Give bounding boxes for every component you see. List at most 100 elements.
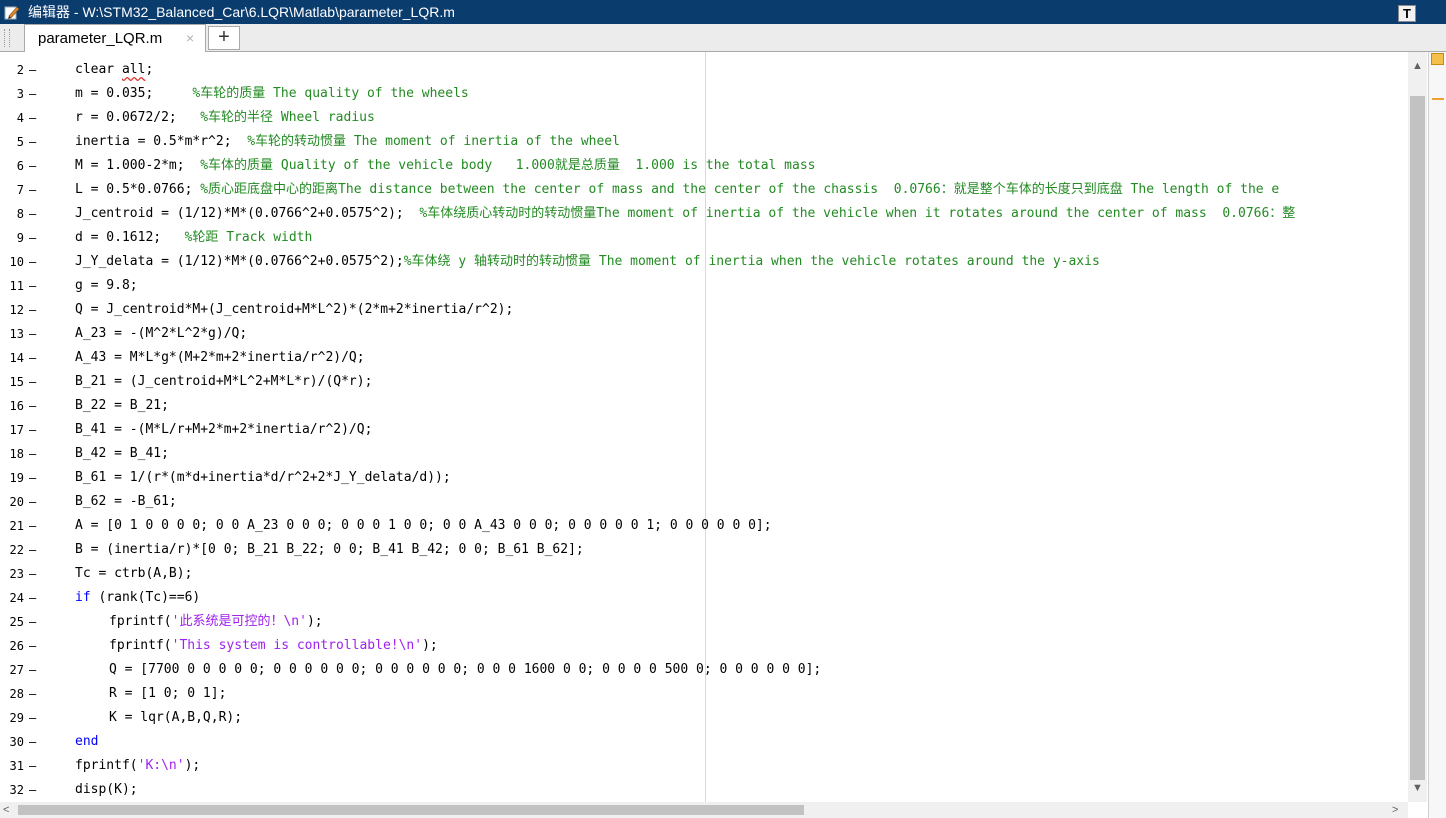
breakpoint-marker[interactable]: – <box>29 202 36 226</box>
code-line[interactable]: L = 0.5*0.0766; %质心距底盘中心的距离The distance … <box>75 178 1279 202</box>
code-line[interactable]: J_Y_delata = (1/12)*M*(0.0766^2+0.0575^2… <box>75 250 1100 274</box>
code-token: K = lqr(A,B,Q,R); <box>109 710 243 725</box>
code-line[interactable]: inertia = 0.5*m*r^2; %车轮的转动惯量 The moment… <box>75 130 620 154</box>
code-token: inertia = 0.5*m*r^2; <box>75 134 248 149</box>
line-number: 20 <box>9 495 24 509</box>
breakpoint-marker[interactable]: – <box>29 346 36 370</box>
scroll-down-icon[interactable]: ▼ <box>1409 782 1426 800</box>
line-number: 28 <box>9 687 24 701</box>
code-line[interactable]: fprintf('此系统是可控的！\n'); <box>109 610 323 634</box>
code-line[interactable]: Tc = ctrb(A,B); <box>75 562 192 586</box>
line-number: 4 <box>16 111 24 125</box>
tab-grip-handle[interactable] <box>4 29 10 47</box>
line-number: 15 <box>9 375 24 389</box>
breakpoint-marker[interactable]: – <box>29 778 36 802</box>
line-number: 9 <box>16 231 24 245</box>
breakpoint-marker[interactable]: – <box>29 538 36 562</box>
code-line[interactable]: A_43 = M*L*g*(M+2*m+2*inertia/r^2)/Q; <box>75 346 365 370</box>
warning-marker[interactable] <box>1432 98 1444 100</box>
code-line[interactable]: R = [1 0; 0 1]; <box>109 682 226 706</box>
line-number: 22 <box>9 543 24 557</box>
breakpoint-marker[interactable]: – <box>29 130 36 154</box>
code-token: A_23 = -(M^2*L^2*g)/Q; <box>75 326 248 341</box>
breakpoint-marker[interactable]: – <box>29 82 36 106</box>
breakpoint-marker[interactable]: – <box>29 58 36 82</box>
breakpoint-marker[interactable]: – <box>29 586 36 610</box>
breakpoint-marker[interactable]: – <box>29 682 36 706</box>
code-line[interactable]: M = 1.000-2*m; %车体的质量 Quality of the veh… <box>75 154 816 178</box>
breakpoint-marker[interactable]: – <box>29 466 36 490</box>
line-number: 26 <box>9 639 24 653</box>
close-icon[interactable]: × <box>186 30 194 46</box>
code-line[interactable]: K = lqr(A,B,Q,R); <box>109 706 242 730</box>
breakpoint-marker[interactable]: – <box>29 418 36 442</box>
code-line[interactable]: B_61 = 1/(r*(m*d+inertia*d/r^2+2*J_Y_del… <box>75 466 451 490</box>
code-line[interactable]: B_22 = B_21; <box>75 394 169 418</box>
breakpoint-marker[interactable]: – <box>29 274 36 298</box>
breakpoint-marker[interactable]: – <box>29 490 36 514</box>
new-tab-button[interactable]: + <box>208 26 240 50</box>
code-line[interactable]: end <box>75 730 98 754</box>
breakpoint-marker[interactable]: – <box>29 178 36 202</box>
line-number: 24 <box>9 591 24 605</box>
breakpoint-marker[interactable]: – <box>29 370 36 394</box>
breakpoint-marker[interactable]: – <box>29 154 36 178</box>
breakpoint-marker[interactable]: – <box>29 226 36 250</box>
breakpoint-marker[interactable]: – <box>29 634 36 658</box>
breakpoint-marker[interactable]: – <box>29 658 36 682</box>
code-line[interactable]: if (rank(Tc)==6) <box>75 586 200 610</box>
line-number: 29 <box>9 711 24 725</box>
breakpoint-marker[interactable]: – <box>29 706 36 730</box>
scroll-right-icon[interactable]: > <box>1392 802 1398 818</box>
breakpoint-marker[interactable]: – <box>29 298 36 322</box>
breakpoint-marker[interactable]: – <box>29 106 36 130</box>
code-comment: %车体的质量 Quality of the vehicle body 1.000… <box>200 158 816 173</box>
code-line[interactable]: J_centroid = (1/12)*M*(0.0766^2+0.0575^2… <box>75 202 1295 226</box>
code-line[interactable]: B_41 = -(M*L/r+M+2*m+2*inertia/r^2)/Q; <box>75 418 372 442</box>
warning-status-icon[interactable] <box>1431 53 1444 65</box>
code-comment: %车体绕质心转动时的转动惯量The moment of inertia of t… <box>419 206 1296 221</box>
code-line[interactable]: fprintf('K:\n'); <box>75 754 200 778</box>
breakpoint-marker[interactable]: – <box>29 754 36 778</box>
breakpoint-marker[interactable]: – <box>29 442 36 466</box>
pin-button[interactable]: T <box>1398 5 1416 22</box>
code-line[interactable]: B_62 = -B_61; <box>75 490 177 514</box>
breakpoint-marker[interactable]: – <box>29 250 36 274</box>
line-number: 12 <box>9 303 24 317</box>
code-line[interactable]: Q = [7700 0 0 0 0 0; 0 0 0 0 0 0; 0 0 0 … <box>109 658 821 682</box>
code-line[interactable]: r = 0.0672/2; %车轮的半径 Wheel radius <box>75 106 375 130</box>
breakpoint-marker[interactable]: – <box>29 562 36 586</box>
breakpoint-marker[interactable]: – <box>29 394 36 418</box>
line-number: 7 <box>16 183 24 197</box>
vertical-scroll-thumb[interactable] <box>1410 96 1425 780</box>
horizontal-scroll-thumb[interactable] <box>18 805 804 815</box>
code-token: clear <box>75 62 122 77</box>
code-token: A_43 = M*L*g*(M+2*m+2*inertia/r^2)/Q; <box>75 350 365 365</box>
code-line[interactable]: g = 9.8; <box>75 274 138 298</box>
code-line[interactable]: d = 0.1612; %轮距 Track width <box>75 226 312 250</box>
code-token: r = 0.0672/2; <box>75 110 201 125</box>
code-line[interactable]: B_42 = B_41; <box>75 442 169 466</box>
code-line[interactable]: Q = J_centroid*M+(J_centroid+M*L^2)*(2*m… <box>75 298 513 322</box>
tab-parameter-lqr[interactable]: parameter_LQR.m × <box>24 24 206 52</box>
scroll-up-icon[interactable]: ▲ <box>1409 60 1426 78</box>
code-line[interactable]: disp(K); <box>75 778 138 802</box>
breakpoint-marker[interactable]: – <box>29 610 36 634</box>
code-editor[interactable]: 2–3–4–5–6–7–8–9–10–11–12–13–14–15–16–17–… <box>0 52 1410 802</box>
code-token: d = 0.1612; <box>75 230 185 245</box>
code-token: M = 1.000-2*m; <box>75 158 201 173</box>
code-line[interactable]: m = 0.035; %车轮的质量 The quality of the whe… <box>75 82 469 106</box>
line-number: 13 <box>9 327 24 341</box>
code-line[interactable]: B = (inertia/r)*[0 0; B_21 B_22; 0 0; B_… <box>75 538 584 562</box>
code-line[interactable]: A = [0 1 0 0 0 0; 0 0 A_23 0 0 0; 0 0 0 … <box>75 514 772 538</box>
code-line[interactable]: fprintf('This system is controllable!\n'… <box>109 634 438 658</box>
code-keyword: end <box>75 734 99 749</box>
code-line[interactable]: B_21 = (J_centroid+M*L^2+M*L*r)/(Q*r); <box>75 370 372 394</box>
code-line[interactable]: clear all; <box>75 58 153 82</box>
breakpoint-marker[interactable]: – <box>29 730 36 754</box>
breakpoint-marker[interactable]: – <box>29 514 36 538</box>
code-token: R = [1 0; 0 1]; <box>109 686 227 701</box>
scroll-left-icon[interactable]: < <box>3 802 9 818</box>
breakpoint-marker[interactable]: – <box>29 322 36 346</box>
code-line[interactable]: A_23 = -(M^2*L^2*g)/Q; <box>75 322 247 346</box>
